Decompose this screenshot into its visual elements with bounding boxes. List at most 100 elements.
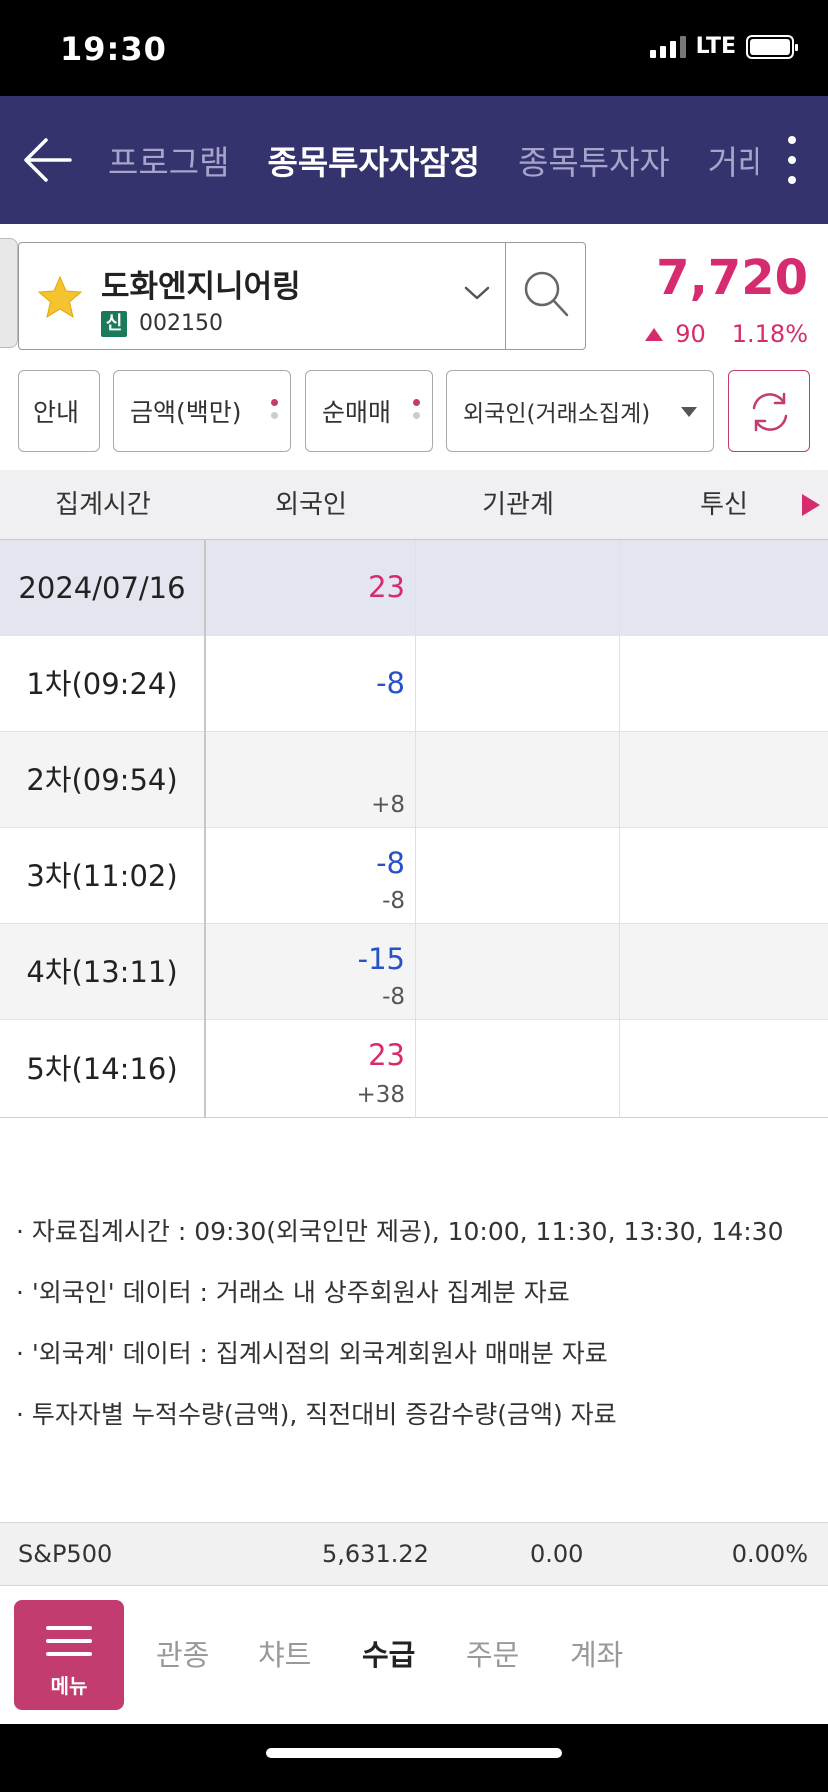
bottom-nav-order[interactable]: 주문	[466, 1586, 519, 1724]
cell-time: 4차(13:11)	[0, 924, 206, 1020]
cell-foreign: -8 -8	[206, 828, 416, 924]
note-line: · '외국인' 데이터 : 거래소 내 상주회원사 집계분 자료	[16, 1278, 570, 1307]
amount-toggle[interactable]: 금액(백만)	[113, 370, 291, 452]
back-button[interactable]	[18, 128, 82, 192]
index-ticker-bar[interactable]: S&P500 5,631.22 0.00 0.00%	[0, 1522, 828, 1586]
info-button[interactable]: 안내	[18, 370, 100, 452]
cell-institution	[416, 828, 620, 924]
dropdown-caret-icon	[681, 407, 697, 417]
search-button[interactable]	[505, 243, 585, 349]
table-header: 집계시간 외국인 기관계 투신	[0, 470, 828, 540]
foreign-delta: -8	[382, 888, 405, 914]
signal-icon	[649, 35, 686, 58]
table-row[interactable]: 2차(09:54) +8	[0, 732, 828, 828]
refresh-button[interactable]	[728, 370, 810, 452]
table-row[interactable]: 5차(14:16) 23 +38	[0, 1020, 828, 1118]
foreign-value: -8	[376, 666, 405, 700]
net-trade-toggle[interactable]: 순매매	[305, 370, 433, 452]
tab-stock-investor-prelim[interactable]: 종목투자자잠정	[267, 136, 480, 184]
current-price: 7,720	[656, 250, 808, 306]
foreign-delta: -8	[382, 984, 405, 1010]
col-header-time: 집계시간	[55, 490, 151, 520]
refresh-icon	[752, 392, 788, 432]
table-row[interactable]: 4차(13:11) -15 -8	[0, 924, 828, 1020]
filter-row: 안내 금액(백만) 순매매 외국인(거래소집계)	[0, 370, 828, 452]
note-line: · 투자자별 누적수량(금액), 직전대비 증감수량(금액) 자료	[16, 1400, 617, 1429]
bottom-nav-account[interactable]: 계좌	[570, 1586, 623, 1724]
foreign-delta: +8	[371, 792, 405, 818]
back-arrow-icon	[24, 138, 72, 182]
status-bar: 19:30 LTE	[0, 0, 828, 96]
cell-foreign: 23 +38	[206, 1020, 416, 1118]
stock-header: 도화엔지니어링 신 002150 7,720 90 1.18%	[0, 224, 828, 358]
bottom-nav-supply[interactable]: 수급	[362, 1586, 415, 1724]
table-row[interactable]: 1차(09:24) -8	[0, 636, 828, 732]
investor-select[interactable]: 외국인(거래소집계)	[446, 370, 714, 452]
price-change: 90 1.18%	[645, 320, 808, 348]
stock-selector[interactable]: 도화엔지니어링 신 002150	[18, 242, 586, 350]
network-label: LTE	[695, 34, 736, 59]
cell-institution	[416, 924, 620, 1020]
tab-trade[interactable]: 거래	[708, 136, 758, 184]
toggle-dots-icon	[271, 399, 278, 419]
foreign-value: -15	[357, 942, 405, 976]
cell-time: 3차(11:02)	[0, 828, 206, 924]
foreign-value: 23	[368, 1038, 405, 1072]
favorite-star-icon[interactable]	[35, 273, 85, 323]
more-options-icon[interactable]	[780, 136, 804, 184]
status-indicators: LTE	[649, 34, 798, 59]
status-time: 19:30	[60, 30, 167, 68]
cell-foreign: -8	[206, 636, 416, 732]
battery-icon	[746, 34, 798, 59]
cell-time: 1차(09:24)	[0, 636, 206, 732]
index-change: 0.00	[530, 1540, 584, 1568]
cell-time: 5차(14:16)	[0, 1020, 206, 1118]
menu-button[interactable]: 메뉴	[14, 1600, 124, 1710]
cell-foreign: +8	[206, 732, 416, 828]
side-drawer-handle[interactable]	[0, 238, 18, 348]
table-row[interactable]: 3차(11:02) -8 -8	[0, 828, 828, 924]
note-line: · 자료집계시간 : 09:30(외국인만 제공), 10:00, 11:30,…	[16, 1217, 784, 1246]
table-row[interactable]: 2024/07/16 23	[0, 540, 828, 636]
col-header-institution: 기관계	[482, 490, 554, 520]
home-indicator-area	[0, 1724, 828, 1792]
col-header-trust: 투신	[700, 490, 748, 520]
info-notes: · 자료집계시간 : 09:30(외국인만 제공), 10:00, 11:30,…	[16, 1212, 816, 1456]
change-percent: 1.18%	[731, 320, 808, 348]
stock-code: 002150	[139, 311, 223, 336]
cell-institution	[416, 732, 620, 828]
top-nav-bar: 프로그램 종목투자자잠정 종목투자자 거래	[0, 96, 828, 224]
chevron-down-icon[interactable]	[463, 283, 491, 303]
scroll-right-icon[interactable]	[802, 494, 820, 516]
cell-institution	[416, 636, 620, 732]
foreign-value: 23	[368, 570, 405, 604]
info-label: 안내	[33, 398, 80, 427]
index-name: S&P500	[18, 1540, 113, 1568]
toggle-dots-icon	[413, 399, 420, 419]
cell-institution	[416, 540, 620, 636]
cell-foreign: -15 -8	[206, 924, 416, 1020]
foreign-value: -8	[376, 846, 405, 880]
bottom-nav-chart[interactable]: 챠트	[258, 1586, 311, 1724]
investor-select-value: 외국인(거래소집계)	[463, 401, 651, 427]
hamburger-icon	[46, 1626, 92, 1665]
foreign-delta: +38	[356, 1082, 405, 1108]
menu-label: 메뉴	[50, 1674, 88, 1698]
amount-label: 금액(백만)	[130, 398, 242, 427]
bottom-nav: 메뉴 관종 챠트 수급 주문 계좌	[0, 1586, 828, 1724]
tab-program[interactable]: 프로그램	[108, 136, 229, 184]
cell-time: 2차(09:54)	[0, 732, 206, 828]
cell-foreign: 23	[206, 540, 416, 636]
up-triangle-icon	[645, 327, 664, 341]
index-change-percent: 0.00%	[731, 1540, 808, 1568]
home-indicator[interactable]	[266, 1748, 562, 1758]
tab-stock-investor[interactable]: 종목투자자	[518, 136, 670, 184]
bottom-nav-watchlist[interactable]: 관종	[156, 1586, 209, 1724]
index-value: 5,631.22	[322, 1540, 429, 1568]
stock-name: 도화엔지니어링	[101, 269, 301, 305]
stock-badge: 신	[101, 311, 127, 337]
cell-time: 2024/07/16	[0, 540, 206, 636]
net-label: 순매매	[322, 398, 392, 427]
change-amount: 90	[675, 320, 706, 348]
note-line: · '외국계' 데이터 : 집계시점의 외국계회원사 매매분 자료	[16, 1339, 608, 1368]
